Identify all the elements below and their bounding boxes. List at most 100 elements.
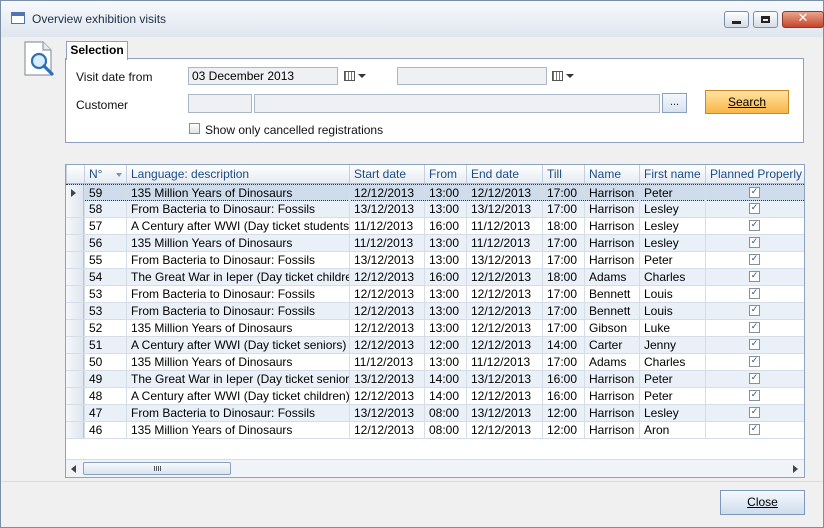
- row-indicator[interactable]: [66, 320, 84, 336]
- row-indicator[interactable]: [66, 354, 84, 370]
- visit-date-to-calendar-button[interactable]: [550, 68, 578, 84]
- table-row[interactable]: 52 135 Million Years of Dinosaurs 12/12/20…: [66, 320, 804, 337]
- tab-selection[interactable]: Selection: [66, 41, 128, 60]
- search-button[interactable]: Search: [705, 90, 789, 114]
- cell-name: Harrison: [584, 185, 639, 201]
- planned-properly-checkbox[interactable]: ✓: [749, 271, 760, 282]
- scroll-right-icon[interactable]: [793, 465, 798, 473]
- cell-first: Aron: [639, 422, 705, 438]
- row-indicator[interactable]: [66, 337, 84, 353]
- planned-properly-checkbox[interactable]: ✓: [749, 254, 760, 265]
- column-header-till[interactable]: Till: [542, 165, 584, 183]
- table-row[interactable]: 59 135 Million Years of Dinosaurs 12/12/20…: [66, 184, 804, 201]
- table-row[interactable]: 48 A Century after WWI (Day ticket childr…: [66, 388, 804, 405]
- app-window-icon: [11, 12, 25, 24]
- cell-end: 12/12/2013: [466, 269, 542, 285]
- table-row[interactable]: 53 From Bacteria to Dinosaur: Fossils 12/1…: [66, 303, 804, 320]
- visit-date-from-calendar-button[interactable]: [342, 68, 370, 84]
- cell-no: 50: [84, 354, 126, 370]
- visit-date-from-field[interactable]: 03 December 2013: [188, 67, 338, 85]
- column-header-start[interactable]: Start date: [349, 165, 424, 183]
- row-indicator[interactable]: [66, 405, 84, 421]
- planned-properly-checkbox[interactable]: ✓: [749, 373, 760, 384]
- row-indicator[interactable]: [66, 286, 84, 302]
- table-row[interactable]: 50 135 Million Years of Dinosaurs 11/12/20…: [66, 354, 804, 371]
- column-header-first[interactable]: First name: [639, 165, 705, 183]
- cell-no: 54: [84, 269, 126, 285]
- row-indicator[interactable]: [66, 422, 84, 438]
- column-header-label: Till: [547, 167, 562, 181]
- row-indicator[interactable]: [66, 218, 84, 234]
- table-row[interactable]: 53 From Bacteria to Dinosaur: Fossils 12/1…: [66, 286, 804, 303]
- table-row[interactable]: 51 A Century after WWI (Day ticket senior…: [66, 337, 804, 354]
- title-bar[interactable]: Overview exhibition visits ✕: [1, 1, 824, 37]
- cell-start: 13/12/2013: [349, 405, 424, 421]
- customer-lookup-button[interactable]: ...: [662, 93, 687, 113]
- table-row[interactable]: 57 A Century after WWI (Day ticket studen…: [66, 218, 804, 235]
- cell-name: Harrison: [584, 218, 639, 234]
- cell-start: 13/12/2013: [349, 371, 424, 387]
- cell-start: 12/12/2013: [349, 185, 424, 201]
- planned-properly-checkbox[interactable]: ✓: [749, 356, 760, 367]
- planned-properly-checkbox[interactable]: ✓: [749, 390, 760, 401]
- planned-properly-checkbox[interactable]: ✓: [749, 322, 760, 333]
- planned-properly-checkbox[interactable]: ✓: [749, 220, 760, 231]
- table-row[interactable]: 56 135 Million Years of Dinosaurs 11/12/20…: [66, 235, 804, 252]
- cell-till: 12:00: [542, 422, 584, 438]
- minimize-icon: [732, 21, 741, 24]
- cell-first: Charles: [639, 354, 705, 370]
- planned-properly-checkbox[interactable]: ✓: [749, 424, 760, 435]
- row-indicator[interactable]: [66, 371, 84, 387]
- cell-desc: From Bacteria to Dinosaur: Fossils: [126, 252, 349, 268]
- table-row[interactable]: 49 The Great War in Ieper (Day ticket sen…: [66, 371, 804, 388]
- close-button[interactable]: Close: [720, 490, 805, 515]
- customer-name-field[interactable]: [254, 94, 660, 113]
- table-row[interactable]: 47 From Bacteria to Dinosaur: Fossils 13/1…: [66, 405, 804, 422]
- cell-till: 17:00: [542, 354, 584, 370]
- row-indicator[interactable]: [66, 269, 84, 285]
- cell-end: 12/12/2013: [466, 422, 542, 438]
- planned-properly-checkbox[interactable]: ✓: [749, 187, 760, 198]
- horizontal-scrollbar[interactable]: [66, 459, 804, 477]
- planned-properly-checkbox[interactable]: ✓: [749, 407, 760, 418]
- visit-date-to-field[interactable]: [397, 67, 547, 85]
- column-header-from[interactable]: From: [424, 165, 466, 183]
- scroll-left-icon[interactable]: [71, 465, 76, 473]
- table-row[interactable]: 46 135 Million Years of Dinosaurs 12/12/20…: [66, 422, 804, 439]
- cell-no: 53: [84, 303, 126, 319]
- cell-end: 13/12/2013: [466, 405, 542, 421]
- row-indicator[interactable]: [66, 201, 84, 217]
- row-indicator[interactable]: [66, 252, 84, 268]
- column-header-name[interactable]: Name: [584, 165, 639, 183]
- planned-properly-checkbox[interactable]: ✓: [749, 237, 760, 248]
- row-indicator[interactable]: [66, 303, 84, 319]
- row-indicator[interactable]: [66, 388, 84, 404]
- row-indicator[interactable]: [66, 235, 84, 251]
- cell-from: 08:00: [424, 405, 466, 421]
- planned-properly-checkbox[interactable]: ✓: [749, 203, 760, 214]
- close-window-button[interactable]: ✕: [782, 11, 824, 28]
- table-row[interactable]: 55 From Bacteria to Dinosaur: Fossils 13/1…: [66, 252, 804, 269]
- maximize-button[interactable]: [753, 11, 778, 28]
- customer-code-field[interactable]: [188, 94, 252, 113]
- table-row[interactable]: 58 From Bacteria to Dinosaur: Fossils 13/1…: [66, 201, 804, 218]
- column-header-end[interactable]: End date: [466, 165, 542, 183]
- cell-name: Carter: [584, 337, 639, 353]
- column-header-no[interactable]: N°: [84, 165, 126, 183]
- cell-first: Lesley: [639, 201, 705, 217]
- cell-desc: From Bacteria to Dinosaur: Fossils: [126, 201, 349, 217]
- scroll-thumb[interactable]: [83, 462, 231, 475]
- planned-properly-checkbox[interactable]: ✓: [749, 339, 760, 350]
- column-header-desc[interactable]: Language: description: [126, 165, 349, 183]
- cell-name: Harrison: [584, 388, 639, 404]
- cancelled-registrations-checkbox[interactable]: [189, 123, 200, 134]
- planned-properly-checkbox[interactable]: ✓: [749, 305, 760, 316]
- calendar-icon: [344, 71, 355, 81]
- column-header-planned[interactable]: Planned Properly: [705, 165, 804, 183]
- cancelled-registrations-label: Show only cancelled registrations: [205, 123, 384, 137]
- planned-properly-checkbox[interactable]: ✓: [749, 288, 760, 299]
- minimize-button[interactable]: [724, 11, 749, 28]
- table-row[interactable]: 54 The Great War in Ieper (Day ticket chi…: [66, 269, 804, 286]
- row-indicator[interactable]: [66, 185, 84, 201]
- cell-name: Adams: [584, 354, 639, 370]
